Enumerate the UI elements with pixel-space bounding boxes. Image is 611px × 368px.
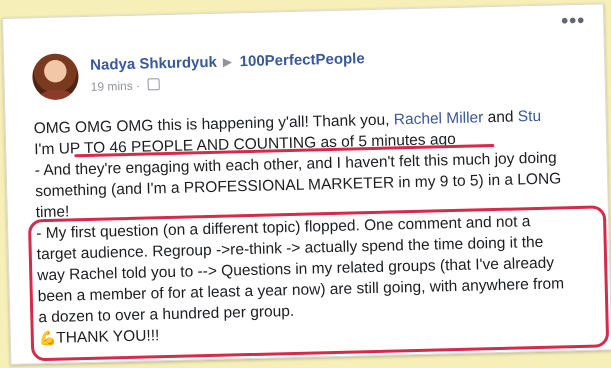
avatar-shirt — [38, 89, 74, 101]
audience-icon[interactable] — [147, 78, 160, 91]
more-options-icon[interactable]: ••• — [561, 10, 586, 33]
mention-rachel-miller[interactable]: Rachel Miller — [394, 109, 484, 128]
author-name[interactable]: Nadya Shkurdyuk — [90, 54, 217, 74]
highlight-box — [27, 205, 610, 362]
screenshot-stage: ••• Nadya Shkurdyuk ▶ 100PerfectPeople 1… — [0, 0, 611, 368]
post-time[interactable]: 19 mins — [91, 79, 133, 94]
mention-stu[interactable]: Stu — [518, 108, 542, 126]
post-body: OMG OMG OMG this is happening y'all! Tha… — [27, 105, 610, 362]
post-meta: 19 mins · — [91, 77, 160, 94]
post-header: Nadya Shkurdyuk ▶ 100PerfectPeople — [90, 50, 365, 74]
separator-dot: · — [135, 78, 144, 93]
facebook-post-card: ••• Nadya Shkurdyuk ▶ 100PerfectPeople 1… — [2, 3, 611, 365]
text-fragment: and — [483, 108, 519, 127]
avatar[interactable] — [31, 53, 80, 101]
group-name[interactable]: 100PerfectPeople — [239, 50, 364, 70]
arrow-right-icon: ▶ — [222, 56, 232, 69]
